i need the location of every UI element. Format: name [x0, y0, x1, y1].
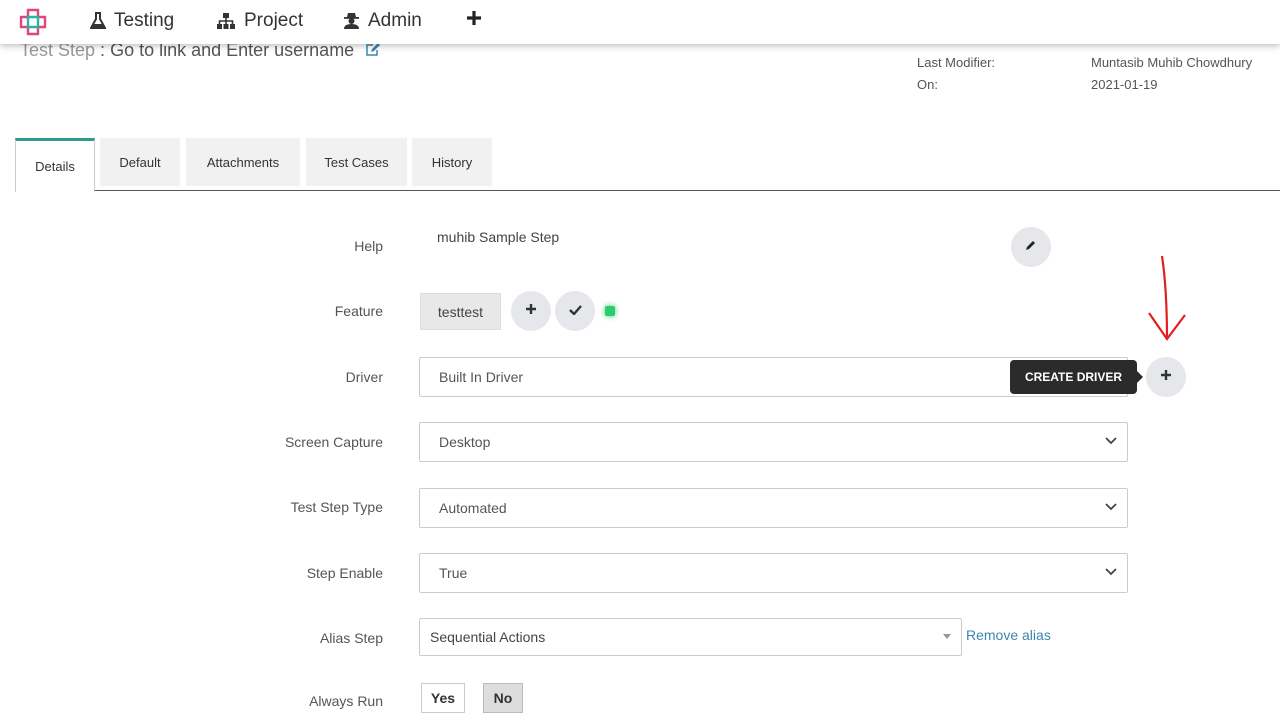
top-navbar: Testing Project Admin: [0, 0, 1280, 44]
nav-project-label: Project: [244, 10, 304, 31]
nav-admin[interactable]: Admin: [343, 8, 422, 34]
nav-testing[interactable]: Testing: [90, 8, 174, 34]
create-driver-tooltip: CREATE DRIVER: [1010, 360, 1143, 394]
chevron-down-icon: [1105, 503, 1117, 511]
nav-admin-label: Admin: [368, 10, 422, 31]
confirm-feature-button[interactable]: [555, 291, 595, 331]
step-enable-value: True: [439, 565, 468, 581]
tab-default[interactable]: Default: [100, 138, 180, 186]
plus-icon: [466, 10, 482, 32]
driver-label: Driver: [345, 369, 383, 385]
alias-step-select[interactable]: Sequential Actions: [419, 618, 962, 656]
app-logo[interactable]: [18, 7, 48, 37]
screen-capture-label: Screen Capture: [284, 434, 383, 450]
step-type-label: Test Step Type: [290, 499, 383, 515]
screen-capture-value: Desktop: [439, 434, 491, 450]
pencil-icon: [1025, 238, 1037, 256]
last-modifier-label: Last Modifier:: [917, 55, 996, 70]
edit-help-button[interactable]: [1011, 227, 1051, 267]
last-modifier-value: Muntasib Muhib Chowdhury: [1091, 55, 1253, 70]
alias-step-label: Alias Step: [319, 630, 383, 646]
add-feature-button[interactable]: [511, 291, 551, 331]
feature-tag[interactable]: testtest: [420, 293, 501, 330]
edit-title-icon[interactable]: [365, 41, 381, 62]
feature-status-indicator: [605, 306, 615, 316]
modified-on-label: On:: [917, 77, 938, 92]
driver-value: Built In Driver: [439, 369, 524, 385]
modified-on-value: 2021-01-19: [1091, 77, 1158, 92]
nav-add-button[interactable]: [466, 8, 482, 34]
always-run-no-button[interactable]: No: [483, 683, 523, 713]
alias-step-value: Sequential Actions: [430, 629, 546, 645]
screen-capture-select[interactable]: Desktop: [419, 422, 1128, 462]
remove-alias-link[interactable]: Remove alias: [966, 627, 1051, 643]
tab-attachments[interactable]: Attachments: [186, 138, 300, 186]
nav-testing-label: Testing: [114, 10, 175, 31]
sitemap-icon: [216, 12, 236, 30]
chevron-down-icon: [1105, 568, 1117, 576]
tab-history[interactable]: History: [412, 138, 492, 186]
step-enable-select[interactable]: True: [419, 553, 1128, 593]
check-icon: [568, 302, 582, 320]
user-secret-icon: [343, 12, 360, 30]
feature-label: Feature: [334, 303, 383, 319]
always-run-label: Always Run: [309, 693, 383, 709]
tab-test-cases[interactable]: Test Cases: [306, 138, 407, 186]
tab-bar: Details Default Attachments Test Cases H…: [15, 138, 1280, 192]
annotation-arrow-icon: [1148, 255, 1186, 341]
step-type-value: Automated: [439, 500, 507, 516]
always-run-yes-button[interactable]: Yes: [421, 683, 465, 713]
flask-icon: [90, 12, 106, 30]
create-driver-button[interactable]: [1146, 357, 1186, 397]
plus-icon: [525, 302, 537, 320]
plus-icon: [1160, 368, 1172, 386]
help-value: muhib Sample Step: [437, 229, 560, 245]
step-type-select[interactable]: Automated: [419, 488, 1128, 528]
nav-project[interactable]: Project: [216, 8, 303, 34]
tab-details[interactable]: Details: [15, 138, 95, 192]
step-enable-label: Step Enable: [306, 565, 383, 581]
help-label: Help: [354, 238, 383, 254]
caret-down-icon: [943, 634, 951, 639]
chevron-down-icon: [1105, 437, 1117, 445]
